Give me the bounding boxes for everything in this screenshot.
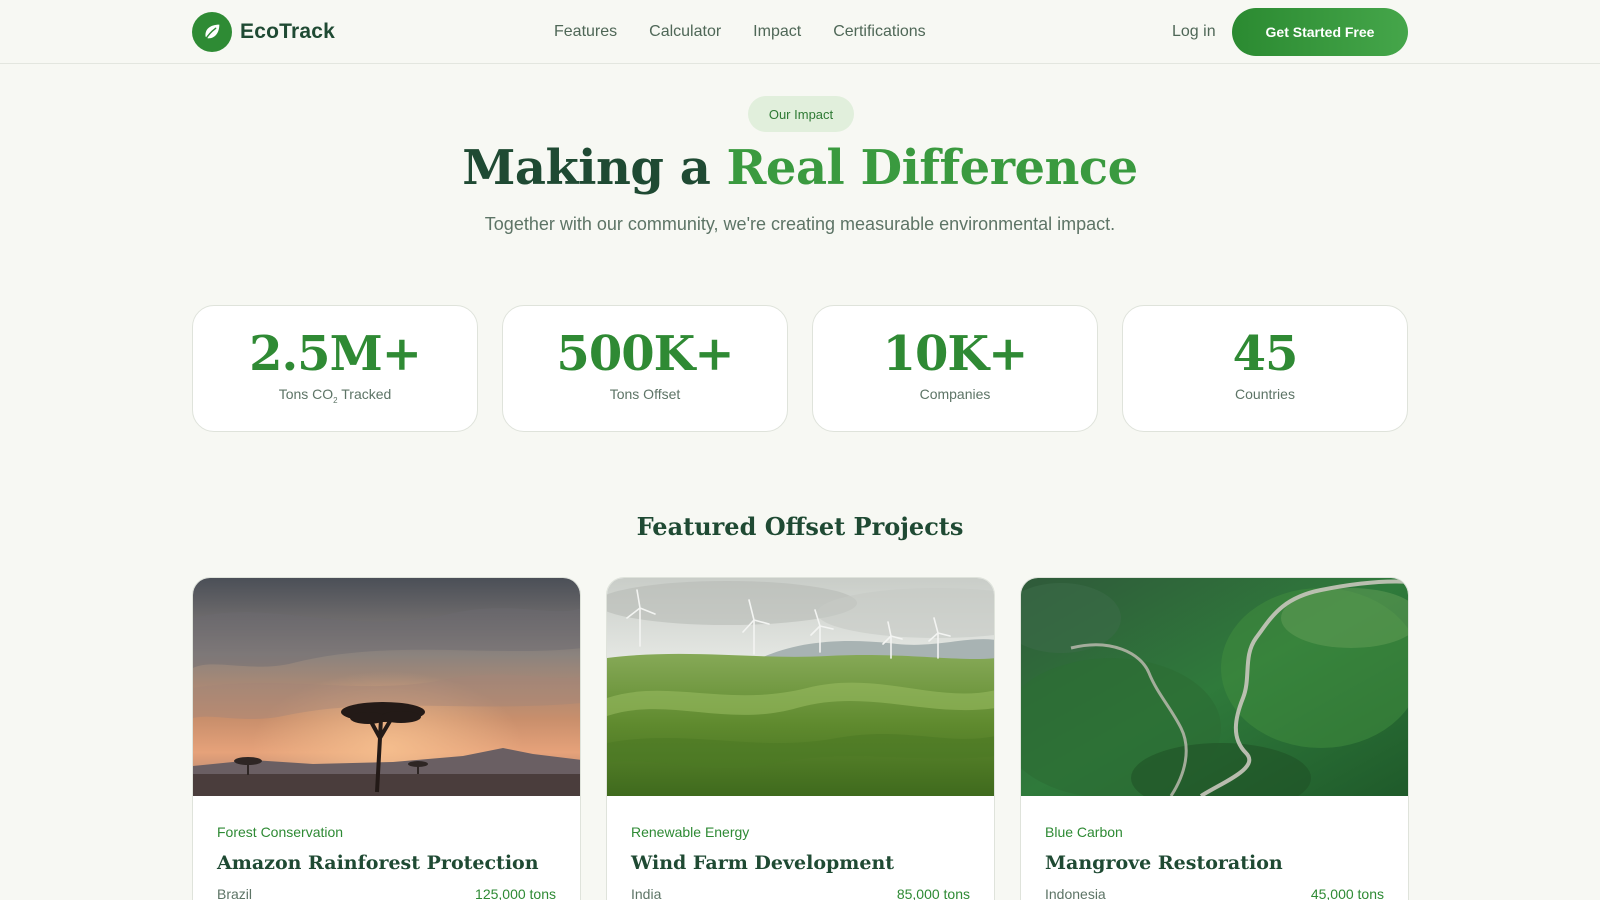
stat-card-companies: 10K+ Companies	[812, 305, 1098, 432]
project-title[interactable]: Mangrove Restoration	[1045, 852, 1384, 874]
login-link[interactable]: Log in	[1172, 20, 1216, 44]
project-location: Brazil	[217, 886, 253, 900]
project-category: Forest Conservation	[217, 824, 344, 840]
get-started-button[interactable]: Get Started Free	[1232, 8, 1408, 56]
card-body: Renewable Energy Wind Farm Development I…	[607, 796, 994, 900]
project-tons: 85,000 tons	[896, 886, 970, 900]
leaf-icon	[192, 12, 232, 52]
wind-turbines-hills-image	[607, 578, 994, 796]
project-tons: 125,000 tons	[475, 886, 556, 900]
stat-value: 10K+	[882, 326, 1029, 382]
projects-grid: Forest Conservation Amazon Rainforest Pr…	[192, 577, 1409, 900]
stat-label: Companies	[919, 386, 991, 402]
project-meta: Brazil 125,000 tons	[217, 886, 556, 900]
stat-label: Tons Offset	[609, 386, 681, 402]
project-card[interactable]: Forest Conservation Amazon Rainforest Pr…	[192, 577, 581, 900]
title-accent: Real Difference	[726, 140, 1139, 196]
page-subtitle: Together with our community, we're creat…	[484, 214, 1116, 234]
project-category: Blue Carbon	[1045, 824, 1123, 840]
page-title: Making a Real Difference	[0, 140, 1600, 196]
stat-card-tons-offset: 500K+ Tons Offset	[502, 305, 788, 432]
site-header: EcoTrack Features Calculator Impact Cert…	[0, 0, 1600, 64]
project-tons: 45,000 tons	[1310, 886, 1384, 900]
project-title[interactable]: Amazon Rainforest Protection	[217, 852, 556, 874]
brand-name: EcoTrack	[240, 20, 335, 43]
title-prefix: Making a	[462, 140, 727, 196]
card-body: Forest Conservation Amazon Rainforest Pr…	[193, 796, 580, 900]
section-badge: Our Impact	[748, 96, 854, 132]
nav-features[interactable]: Features	[554, 20, 617, 44]
nav-calculator[interactable]: Calculator	[649, 20, 721, 44]
project-title[interactable]: Wind Farm Development	[631, 852, 970, 874]
main-nav: Features Calculator Impact Certification…	[554, 20, 926, 44]
project-meta: Indonesia 45,000 tons	[1045, 886, 1384, 900]
stat-label-text: Tracked	[337, 386, 392, 402]
nav-impact[interactable]: Impact	[753, 20, 801, 44]
stat-card-countries: 45 Countries	[1122, 305, 1408, 432]
project-card[interactable]: Renewable Energy Wind Farm Development I…	[606, 577, 995, 900]
nav-certifications[interactable]: Certifications	[833, 20, 925, 44]
project-location: Indonesia	[1045, 886, 1106, 900]
stat-label: Tons CO2 Tracked	[193, 386, 477, 405]
acacia-sunset-image	[193, 578, 580, 796]
stat-label: Countries	[1235, 386, 1295, 402]
stat-label-text: Tons CO	[278, 386, 334, 402]
green-valley-road-image	[1021, 578, 1408, 796]
stat-card-co2-tracked: 2.5M+ Tons CO2 Tracked	[192, 305, 478, 432]
card-body: Blue Carbon Mangrove Restoration Indones…	[1021, 796, 1408, 900]
stats-row: 2.5M+ Tons CO2 Tracked 500K+ Tons Offset…	[192, 305, 1408, 432]
project-card[interactable]: Blue Carbon Mangrove Restoration Indones…	[1020, 577, 1409, 900]
project-category: Renewable Energy	[631, 824, 750, 840]
section-title: Featured Offset Projects	[636, 512, 964, 541]
brand-logo[interactable]: EcoTrack	[192, 12, 335, 52]
project-meta: India 85,000 tons	[631, 886, 970, 900]
stat-value: 2.5M+	[249, 326, 422, 382]
stat-value: 45	[1232, 326, 1299, 382]
stat-value: 500K+	[556, 326, 734, 382]
project-location: India	[631, 886, 662, 900]
